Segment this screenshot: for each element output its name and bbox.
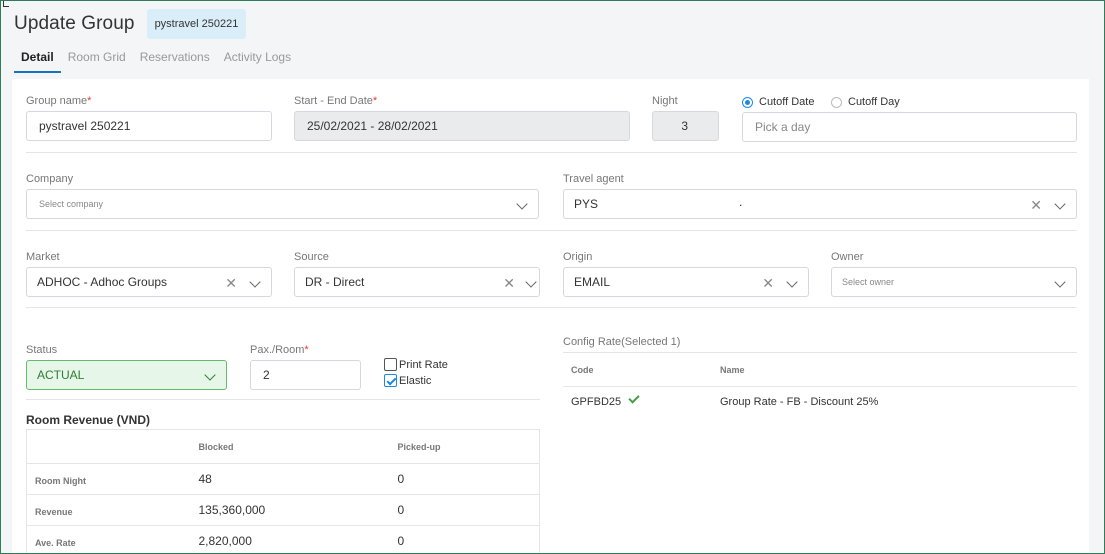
night-label: Night <box>652 95 678 107</box>
group-name-input[interactable]: pystravel 250221 <box>26 111 272 141</box>
divider <box>26 399 540 400</box>
chevron-down-icon <box>204 369 216 381</box>
checkbox-icon <box>384 358 397 371</box>
detail-panel: Group name* pystravel 250221 Start - End… <box>12 79 1089 553</box>
group-code-badge: pystravel 250221 <box>146 9 247 39</box>
travel-agent-value: PYS <box>574 197 599 211</box>
source-select[interactable]: DR - Direct ✕ <box>294 267 540 297</box>
close-icon[interactable]: ✕ <box>762 275 774 292</box>
table-row: Ave. Rate 2,820,000 0 <box>26 525 540 553</box>
divider <box>26 230 1077 231</box>
tab-detail[interactable]: Detail <box>14 45 61 73</box>
chevron-down-icon <box>525 276 537 288</box>
room-revenue-table: Blocked Picked-up Room Night 48 0 Revenu… <box>26 429 540 553</box>
page-header: Update Group pystravel 250221 <box>14 9 247 39</box>
owner-placeholder: Select owner <box>842 277 895 287</box>
table-row[interactable]: GPFBD25 Group Rate - FB - Discount 25% <box>563 387 1077 417</box>
status-value: ACTUAL <box>37 368 85 382</box>
origin-select[interactable]: EMAIL ✕ <box>563 267 809 297</box>
cutoff-picker-input[interactable]: Pick a day <box>742 112 1077 142</box>
check-icon <box>628 392 640 404</box>
close-icon[interactable]: ✕ <box>1030 197 1042 214</box>
picked-cell: 0 <box>389 525 540 553</box>
chevron-down-icon <box>1054 198 1066 210</box>
market-select[interactable]: ADHOC - Adhoc Groups ✕ <box>26 267 272 297</box>
status-select[interactable]: ACTUAL <box>26 360 227 390</box>
status-label: Status <box>26 344 58 356</box>
date-range-value: 25/02/2021 - 28/02/2021 <box>307 119 438 133</box>
pax-room-value: 2 <box>263 368 270 382</box>
table-header-row: Code Name <box>563 352 1077 387</box>
group-name-value: pystravel 250221 <box>39 119 131 133</box>
picked-cell: 0 <box>389 494 540 526</box>
config-rate-title: Config Rate(Selected 1) <box>563 336 681 348</box>
table-row: Room Night 48 0 <box>26 463 540 495</box>
page-title: Update Group <box>14 13 135 34</box>
chevron-down-icon <box>1054 276 1066 288</box>
app-window: Update Group pystravel 250221 Detail Roo… <box>0 0 1105 554</box>
pax-room-label: Pax./Room* <box>250 344 309 356</box>
row-label: Revenue <box>26 494 191 526</box>
checkbox-checked-icon <box>384 374 397 387</box>
tab-reservations[interactable]: Reservations <box>133 45 217 73</box>
travel-agent-select[interactable]: PYS . ✕ <box>563 189 1077 219</box>
rate-code-cell: GPFBD25 <box>563 387 712 417</box>
blocked-cell: 135,360,000 <box>190 494 390 526</box>
tab-room-grid[interactable]: Room Grid <box>61 45 133 73</box>
row-label: Ave. Rate <box>26 525 191 553</box>
cutoff-day-radio[interactable]: Cutoff Day <box>831 96 900 108</box>
divider <box>26 152 1077 153</box>
night-value: 3 <box>681 119 688 133</box>
owner-select[interactable]: Select owner <box>831 267 1077 297</box>
travel-agent-trailing: . <box>739 195 743 209</box>
owner-label: Owner <box>831 251 864 263</box>
room-revenue-title: Room Revenue (VND) <box>26 413 151 427</box>
company-select[interactable]: Select company <box>26 189 539 219</box>
date-range-input: 25/02/2021 - 28/02/2021 <box>294 111 630 141</box>
divider <box>26 307 1077 308</box>
close-icon[interactable]: ✕ <box>225 275 237 292</box>
radio-unselected-icon <box>831 96 842 108</box>
close-icon[interactable]: ✕ <box>503 275 515 292</box>
picked-cell: 0 <box>389 463 540 495</box>
table-row: Revenue 135,360,000 0 <box>26 494 540 526</box>
tab-activity-logs[interactable]: Activity Logs <box>217 45 298 73</box>
column-header: Code <box>563 352 712 387</box>
cutoff-placeholder: Pick a day <box>755 120 811 134</box>
dates-label: Start - End Date* <box>294 95 378 107</box>
group-name-label: Group name* <box>26 95 92 107</box>
origin-value: EMAIL <box>574 275 611 289</box>
chevron-down-icon <box>786 276 798 288</box>
elastic-checkbox[interactable]: Elastic <box>384 374 431 387</box>
company-label: Company <box>26 173 74 185</box>
column-header <box>26 429 191 464</box>
chevron-down-icon <box>516 198 528 210</box>
pax-room-input[interactable]: 2 <box>250 360 361 390</box>
source-label: Source <box>294 251 329 263</box>
rate-name-cell: Group Rate - FB - Discount 25% <box>720 395 879 408</box>
blocked-cell: 48 <box>190 463 390 495</box>
table-header-row: Blocked Picked-up <box>26 429 540 464</box>
company-placeholder: Select company <box>39 199 104 209</box>
travel-agent-label: Travel agent <box>563 173 624 185</box>
column-header: Name <box>712 352 1077 387</box>
tab-bar: Detail Room Grid Reservations Activity L… <box>14 45 298 73</box>
column-header: Blocked <box>190 429 390 464</box>
cutoff-date-radio[interactable]: Cutoff Date <box>742 96 814 108</box>
blocked-cell: 2,820,000 <box>190 525 390 553</box>
market-label: Market <box>26 251 60 263</box>
row-label: Room Night <box>26 463 191 495</box>
chevron-down-icon <box>249 276 261 288</box>
config-rate-table: Code Name GPFBD25 Group Rate - FB - Disc… <box>563 352 1077 417</box>
print-rate-checkbox[interactable]: Print Rate <box>384 358 448 371</box>
radio-selected-icon <box>742 96 753 108</box>
origin-label: Origin <box>563 251 593 263</box>
source-value: DR - Direct <box>305 275 365 289</box>
column-header: Picked-up <box>389 429 540 464</box>
market-value: ADHOC - Adhoc Groups <box>37 275 168 289</box>
night-input: 3 <box>652 111 719 141</box>
window-corner-mark <box>3 1 9 7</box>
